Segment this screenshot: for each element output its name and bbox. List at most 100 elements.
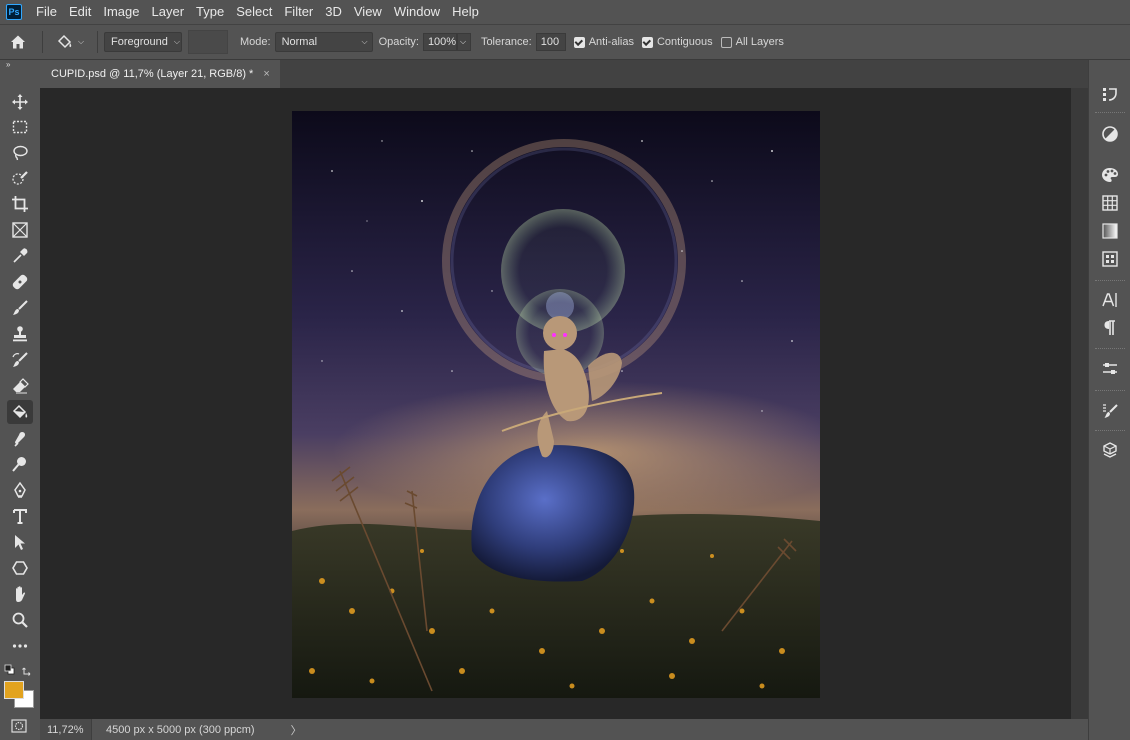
menu-view[interactable]: View [348,0,388,24]
character-panel-button[interactable] [1098,288,1122,312]
history-panel-button[interactable] [1098,82,1122,106]
layers-3d-panel-button[interactable] [1098,438,1122,462]
brush-icon [13,300,28,315]
swatches-panel-button[interactable] [1098,163,1122,187]
menu-image[interactable]: Image [97,0,145,24]
mode-dropdown[interactable]: Normal ⌵ [274,32,373,52]
menu-layer[interactable]: Layer [146,0,191,24]
canvas-area[interactable] [40,88,1071,719]
menu-window[interactable]: Window [388,0,446,24]
collapse-toolbar-icon[interactable]: » [6,60,10,70]
swap-colors-icon [22,667,31,676]
quick-mask-icon [11,719,27,733]
marquee-icon [12,120,28,134]
options-bar: ⌵ Foreground ⌵ Mode: Normal ⌵ Opacity: 1… [0,24,1130,60]
history-brush-tool[interactable] [7,348,33,372]
paint-bucket-icon [12,404,28,419]
menu-bar: Ps File Edit Image Layer Type Select Fil… [0,0,1130,24]
stamp-icon [13,326,27,342]
vertical-scrollbar[interactable] [1071,88,1088,719]
opacity-input[interactable]: 100% [422,33,457,51]
separator [42,31,43,53]
panel-dock [1088,60,1130,740]
frame-icon [12,222,28,238]
menu-help[interactable]: Help [446,0,485,24]
zoom-tool[interactable] [7,608,33,632]
fill-source-dropdown[interactable]: Foreground ⌵ [104,32,182,52]
opacity-dropdown-button[interactable]: ⌵ [456,33,471,51]
crop-icon [12,196,28,212]
tolerance-label: Tolerance: [480,36,532,48]
document-info: 4500 px x 5000 px (300 ppcm) [106,723,255,736]
menu-filter[interactable]: Filter [278,0,319,24]
mode-value: Normal [281,36,318,48]
status-menu-arrow-icon[interactable]: 〉 [291,722,302,738]
healing-tool[interactable] [7,270,33,294]
eyedropper-tool[interactable] [7,244,33,268]
menu-3d[interactable]: 3D [319,0,348,24]
separator [1095,390,1125,392]
chevron-down-icon: ⌵ [361,37,368,46]
smudge-tool[interactable] [7,426,33,450]
brushes-panel-button[interactable] [1098,399,1122,423]
stamp-tool[interactable] [7,322,33,346]
anti-alias-checkbox[interactable] [573,36,585,48]
libraries-panel-button[interactable] [1098,247,1122,271]
eyedropper-icon [13,248,28,263]
tolerance-input[interactable]: 100 [535,33,566,51]
shape-icon [12,561,28,575]
eraser-tool[interactable] [7,374,33,398]
more-tools-button[interactable] [7,634,33,658]
type-tool[interactable] [7,504,33,528]
default-colors-icon [4,664,15,675]
menu-file[interactable]: File [30,0,63,24]
close-icon[interactable]: × [263,68,269,80]
adjustments-panel-button[interactable] [1098,122,1122,146]
frame-tool[interactable] [7,218,33,242]
artwork-image [292,111,820,698]
default-colors-button[interactable] [4,664,16,676]
properties-panel-button[interactable] [1098,357,1122,381]
menu-select[interactable]: Select [230,0,278,24]
paint-bucket-tool[interactable] [7,400,33,424]
paragraph-icon [1104,320,1115,335]
zoom-level-field[interactable]: 11,72% [40,719,92,740]
shape-tool[interactable] [7,556,33,580]
swatches-icon [1102,168,1118,182]
move-tool[interactable] [7,90,33,114]
all-layers-checkbox[interactable] [720,36,732,48]
libraries-icon [1102,251,1118,267]
document-artwork[interactable] [292,111,820,698]
pen-tool[interactable] [7,478,33,502]
patterns-panel-button[interactable] [1098,191,1122,215]
chevron-down-icon: ⌵ [77,37,85,46]
pattern-picker[interactable] [188,30,228,54]
all-layers-label: All Layers [735,36,784,48]
chevron-down-icon: ⌵ [173,37,180,46]
foreground-color-swatch[interactable] [4,681,24,699]
healing-icon [12,274,28,290]
quick-mask-button[interactable] [8,718,30,734]
separator [1095,280,1125,282]
menu-type[interactable]: Type [190,0,230,24]
gradients-panel-button[interactable] [1098,219,1122,243]
menu-edit[interactable]: Edit [63,0,97,24]
paragraph-panel-button[interactable] [1098,316,1122,340]
quick-select-tool[interactable] [7,167,33,191]
brush-tool[interactable] [7,296,33,320]
paint-bucket-icon [57,34,72,49]
path-select-tool[interactable] [7,530,33,554]
dodge-tool[interactable] [7,452,33,476]
contiguous-checkbox[interactable] [641,36,653,48]
photoshop-logo: Ps [6,4,22,20]
document-tab[interactable]: CUPID.psd @ 11,7% (Layer 21, RGB/8) * × [40,60,280,88]
marquee-tool[interactable] [7,115,33,139]
history-icon [1103,88,1117,101]
crop-tool[interactable] [7,192,33,216]
layers-3d-icon [1103,442,1117,458]
home-button[interactable] [0,25,36,59]
tool-preset-picker[interactable]: ⌵ [49,29,91,55]
lasso-tool[interactable] [7,141,33,165]
swap-colors-button[interactable] [22,664,34,676]
hand-tool[interactable] [7,582,33,606]
